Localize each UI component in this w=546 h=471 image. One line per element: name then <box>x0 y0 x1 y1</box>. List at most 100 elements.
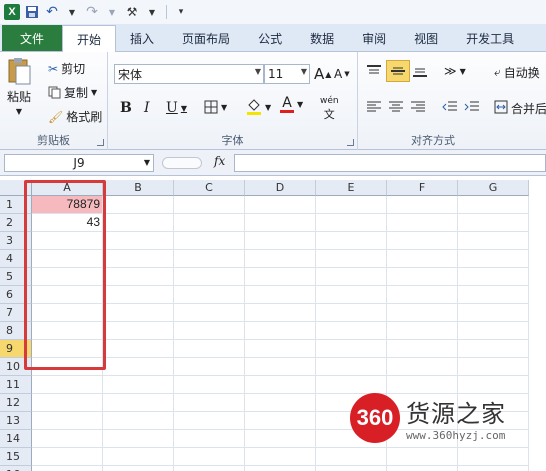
font-color-button[interactable]: A ▼ <box>280 96 303 113</box>
cell-b6[interactable] <box>103 286 174 304</box>
cell-g8[interactable] <box>458 322 529 340</box>
align-right-button[interactable] <box>410 100 426 114</box>
cell-b9[interactable] <box>103 340 174 358</box>
cell-f9[interactable] <box>387 340 458 358</box>
cell-f6[interactable] <box>387 286 458 304</box>
cell-c3[interactable] <box>174 232 245 250</box>
cell-c2[interactable] <box>174 214 245 232</box>
cell-d11[interactable] <box>245 376 316 394</box>
underline-button[interactable]: U ▼ <box>166 100 187 116</box>
cell-f16[interactable] <box>387 466 458 471</box>
cell-g7[interactable] <box>458 304 529 322</box>
tab-developer[interactable]: 开发工具 <box>452 25 528 51</box>
cell-e6[interactable] <box>316 286 387 304</box>
cell-c14[interactable] <box>174 430 245 448</box>
format-painter-button[interactable]: 🖌 格式刷 <box>48 108 102 125</box>
cell-d2[interactable] <box>245 214 316 232</box>
cell-a12[interactable] <box>32 394 103 412</box>
cell-c8[interactable] <box>174 322 245 340</box>
cell-b14[interactable] <box>103 430 174 448</box>
save-icon[interactable] <box>24 3 40 21</box>
cell-c1[interactable] <box>174 196 245 214</box>
tab-formulas[interactable]: 公式 <box>244 25 296 51</box>
align-middle-button[interactable] <box>386 60 410 82</box>
increase-indent-button[interactable] <box>464 100 480 114</box>
font-size-combo[interactable]: 11 ▼ <box>264 64 310 84</box>
cell-b4[interactable] <box>103 250 174 268</box>
cell-e2[interactable] <box>316 214 387 232</box>
row-header-12[interactable]: 12 <box>0 394 32 412</box>
cell-a11[interactable] <box>32 376 103 394</box>
tab-page-layout[interactable]: 页面布局 <box>168 25 244 51</box>
dialog-launcher-icon[interactable] <box>97 139 104 146</box>
cell-g5[interactable] <box>458 268 529 286</box>
borders-button[interactable]: ▼ <box>204 100 227 114</box>
cell-b5[interactable] <box>103 268 174 286</box>
cell-d9[interactable] <box>245 340 316 358</box>
cell-d8[interactable] <box>245 322 316 340</box>
cell-g1[interactable] <box>458 196 529 214</box>
chevron-down-icon[interactable]: ▼ <box>64 3 80 21</box>
chevron-down-icon[interactable]: ▼ <box>301 67 307 76</box>
formula-bar-resize-handle[interactable] <box>162 157 202 169</box>
cell-d10[interactable] <box>245 358 316 376</box>
decrease-indent-button[interactable] <box>442 100 458 114</box>
shrink-font-button[interactable]: A ▼ <box>334 67 350 81</box>
cell-c6[interactable] <box>174 286 245 304</box>
insert-function-icon[interactable]: fx <box>214 154 225 168</box>
cell-c4[interactable] <box>174 250 245 268</box>
cell-e15[interactable] <box>316 448 387 466</box>
customize-qat-icon[interactable]: ▾ <box>173 3 189 21</box>
column-header-f[interactable]: F <box>387 180 458 196</box>
cell-d4[interactable] <box>245 250 316 268</box>
italic-button[interactable]: I <box>144 100 150 116</box>
cell-f2[interactable] <box>387 214 458 232</box>
phonetic-button[interactable]: wén 文 <box>320 96 339 122</box>
grow-font-button[interactable]: A ▲ <box>314 65 331 83</box>
cell-f3[interactable] <box>387 232 458 250</box>
cell-a13[interactable] <box>32 412 103 430</box>
align-top-button[interactable] <box>366 64 382 78</box>
cell-g3[interactable] <box>458 232 529 250</box>
row-header-14[interactable]: 14 <box>0 430 32 448</box>
cell-d7[interactable] <box>245 304 316 322</box>
cell-g15[interactable] <box>458 448 529 466</box>
column-header-g[interactable]: G <box>458 180 529 196</box>
cell-e5[interactable] <box>316 268 387 286</box>
dialog-launcher-icon[interactable] <box>347 139 354 146</box>
cell-e1[interactable] <box>316 196 387 214</box>
cell-a16[interactable] <box>32 466 103 471</box>
cell-g9[interactable] <box>458 340 529 358</box>
cell-b7[interactable] <box>103 304 174 322</box>
cell-c10[interactable] <box>174 358 245 376</box>
cell-f10[interactable] <box>387 358 458 376</box>
cell-d3[interactable] <box>245 232 316 250</box>
cell-f8[interactable] <box>387 322 458 340</box>
row-header-16[interactable]: 16 <box>0 466 32 471</box>
cell-g10[interactable] <box>458 358 529 376</box>
row-header-13[interactable]: 13 <box>0 412 32 430</box>
chevron-down-icon[interactable]: ▼ <box>144 3 160 21</box>
row-header-15[interactable]: 15 <box>0 448 32 466</box>
tab-view[interactable]: 视图 <box>400 25 452 51</box>
cell-f7[interactable] <box>387 304 458 322</box>
name-box[interactable]: J9 ▼ <box>4 154 154 172</box>
cell-b8[interactable] <box>103 322 174 340</box>
cell-d16[interactable] <box>245 466 316 471</box>
cell-c16[interactable] <box>174 466 245 471</box>
column-header-c[interactable]: C <box>174 180 245 196</box>
cell-b16[interactable] <box>103 466 174 471</box>
column-header-d[interactable]: D <box>245 180 316 196</box>
cell-d12[interactable] <box>245 394 316 412</box>
chevron-down-icon[interactable]: ▼ <box>144 155 150 171</box>
redo-icon[interactable]: ↷ <box>84 3 100 21</box>
cell-b11[interactable] <box>103 376 174 394</box>
cell-e3[interactable] <box>316 232 387 250</box>
cell-d5[interactable] <box>245 268 316 286</box>
align-center-button[interactable] <box>388 100 404 114</box>
cell-g2[interactable] <box>458 214 529 232</box>
cell-e9[interactable] <box>316 340 387 358</box>
cell-c13[interactable] <box>174 412 245 430</box>
cell-g16[interactable] <box>458 466 529 471</box>
cell-g4[interactable] <box>458 250 529 268</box>
